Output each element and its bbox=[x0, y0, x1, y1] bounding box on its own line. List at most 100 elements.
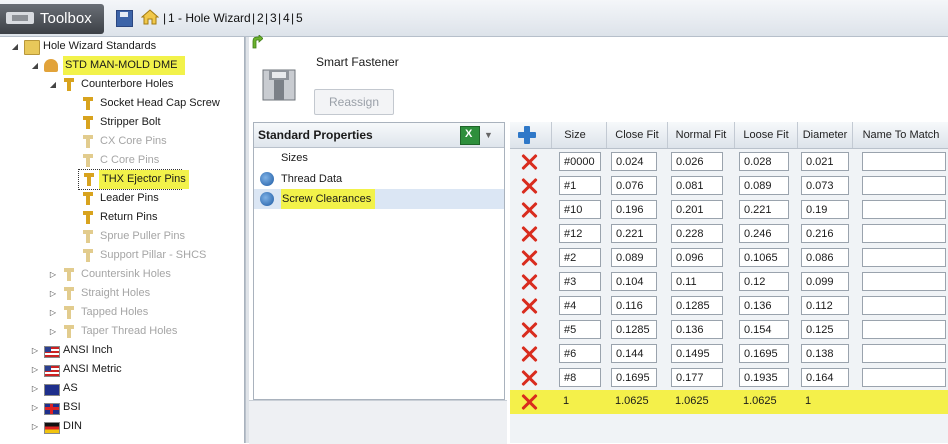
delete-row-icon[interactable] bbox=[520, 177, 538, 195]
table-cell-name-to-match[interactable] bbox=[862, 368, 946, 387]
table-cell-normal-fit[interactable]: 0.11 bbox=[671, 272, 723, 291]
table-cell-size[interactable]: 1 bbox=[559, 392, 601, 411]
table-cell-name-to-match[interactable] bbox=[862, 200, 946, 219]
horizontal-scrollbar[interactable] bbox=[249, 400, 507, 444]
table-cell-size[interactable]: #3 bbox=[559, 272, 601, 291]
column-header-size[interactable]: Size bbox=[551, 122, 598, 148]
delete-row-icon[interactable] bbox=[520, 249, 538, 267]
breadcrumb-hole-wizard[interactable]: 1 - Hole Wizard bbox=[168, 11, 251, 25]
table-cell-name-to-match[interactable] bbox=[862, 320, 946, 339]
breadcrumb-4[interactable]: 4 bbox=[283, 11, 290, 25]
table-cell-size[interactable]: #6 bbox=[559, 344, 601, 363]
delete-row-icon[interactable] bbox=[520, 369, 538, 387]
table-cell-normal-fit[interactable]: 0.026 bbox=[671, 152, 723, 171]
delete-row-icon[interactable] bbox=[520, 393, 538, 411]
table-cell-diameter[interactable]: 0.19 bbox=[801, 200, 849, 219]
table-cell-close-fit[interactable]: 0.144 bbox=[611, 344, 657, 363]
table-cell-close-fit[interactable]: 0.221 bbox=[611, 224, 657, 243]
table-cell-close-fit[interactable]: 0.024 bbox=[611, 152, 657, 171]
expand-arrow-icon[interactable]: ▷ bbox=[48, 265, 58, 284]
table-cell-close-fit[interactable]: 0.196 bbox=[611, 200, 657, 219]
table-cell-loose-fit[interactable]: 0.136 bbox=[739, 296, 789, 315]
table-cell-name-to-match[interactable] bbox=[862, 224, 946, 243]
table-cell-normal-fit[interactable]: 0.228 bbox=[671, 224, 723, 243]
collapse-arrow-icon[interactable]: ◢ bbox=[48, 75, 58, 94]
expand-arrow-icon[interactable]: ▷ bbox=[30, 398, 40, 417]
table-cell-loose-fit[interactable]: 0.1935 bbox=[739, 368, 789, 387]
table-cell-diameter[interactable]: 0.099 bbox=[801, 272, 849, 291]
expand-arrow-icon[interactable]: ▷ bbox=[48, 303, 58, 322]
refresh-arrow-icon[interactable] bbox=[251, 34, 264, 49]
table-cell-size[interactable]: #5 bbox=[559, 320, 601, 339]
breadcrumb-5[interactable]: 5 bbox=[296, 11, 303, 25]
tree-item-selected[interactable]: THX Ejector Pins bbox=[78, 169, 189, 190]
table-cell-loose-fit[interactable]: 1.0625 bbox=[739, 392, 789, 411]
table-cell-size[interactable]: #4 bbox=[559, 296, 601, 315]
table-cell-loose-fit[interactable]: 0.028 bbox=[739, 152, 789, 171]
delete-row-icon[interactable] bbox=[520, 273, 538, 291]
expand-arrow-icon[interactable]: ▷ bbox=[30, 417, 40, 436]
table-cell-diameter[interactable]: 0.125 bbox=[801, 320, 849, 339]
table-cell-diameter[interactable]: 0.138 bbox=[801, 344, 849, 363]
table-cell-close-fit[interactable]: 0.089 bbox=[611, 248, 657, 267]
table-cell-size[interactable]: #10 bbox=[559, 200, 601, 219]
table-cell-name-to-match[interactable] bbox=[862, 344, 946, 363]
collapse-arrow-icon[interactable]: ◢ bbox=[10, 37, 20, 56]
table-cell-size[interactable]: #2 bbox=[559, 248, 601, 267]
delete-row-icon[interactable] bbox=[520, 201, 538, 219]
table-cell-loose-fit[interactable]: 0.246 bbox=[739, 224, 789, 243]
delete-row-icon[interactable] bbox=[520, 321, 538, 339]
home-icon[interactable] bbox=[140, 8, 160, 29]
delete-row-icon[interactable] bbox=[520, 153, 538, 171]
table-cell-diameter[interactable]: 0.021 bbox=[801, 152, 849, 171]
table-cell-diameter[interactable]: 0.164 bbox=[801, 368, 849, 387]
expand-arrow-icon[interactable]: ▷ bbox=[48, 284, 58, 303]
table-cell-loose-fit[interactable]: 0.12 bbox=[739, 272, 789, 291]
table-cell-close-fit[interactable]: 0.1695 bbox=[611, 368, 657, 387]
table-cell-name-to-match[interactable] bbox=[862, 152, 946, 171]
table-cell-loose-fit[interactable]: 0.1695 bbox=[739, 344, 789, 363]
property-item-screw-clearances[interactable]: Screw Clearances bbox=[254, 189, 504, 209]
add-row-icon[interactable] bbox=[518, 126, 536, 144]
table-cell-normal-fit[interactable]: 0.1285 bbox=[671, 296, 723, 315]
excel-export-icon[interactable] bbox=[460, 126, 480, 145]
table-cell-name-to-match[interactable] bbox=[862, 176, 946, 195]
table-cell-normal-fit[interactable]: 0.096 bbox=[671, 248, 723, 267]
table-cell-diameter[interactable]: 0.112 bbox=[801, 296, 849, 315]
table-cell-loose-fit[interactable]: 0.154 bbox=[739, 320, 789, 339]
breadcrumb-2[interactable]: 2 bbox=[257, 11, 264, 25]
table-cell-close-fit[interactable]: 0.104 bbox=[611, 272, 657, 291]
property-item-sizes[interactable]: Sizes bbox=[254, 148, 504, 168]
delete-row-icon[interactable] bbox=[520, 225, 538, 243]
table-cell-normal-fit[interactable]: 0.177 bbox=[671, 368, 723, 387]
table-cell-name-to-match[interactable] bbox=[862, 392, 946, 411]
table-cell-size[interactable]: #0000 bbox=[559, 152, 601, 171]
table-cell-normal-fit[interactable]: 1.0625 bbox=[671, 392, 723, 411]
table-cell-normal-fit[interactable]: 0.081 bbox=[671, 176, 723, 195]
delete-row-icon[interactable] bbox=[520, 345, 538, 363]
table-cell-name-to-match[interactable] bbox=[862, 272, 946, 291]
chevron-down-icon[interactable]: ▼ bbox=[484, 130, 493, 140]
expand-arrow-icon[interactable]: ▷ bbox=[48, 322, 58, 341]
delete-row-icon[interactable] bbox=[520, 297, 538, 315]
table-cell-loose-fit[interactable]: 0.221 bbox=[739, 200, 789, 219]
collapse-arrow-icon[interactable]: ◢ bbox=[30, 56, 40, 75]
table-cell-normal-fit[interactable]: 0.201 bbox=[671, 200, 723, 219]
column-header-normal-fit[interactable]: Normal Fit bbox=[667, 122, 734, 148]
expand-arrow-icon[interactable]: ▷ bbox=[30, 360, 40, 379]
table-cell-diameter[interactable]: 0.073 bbox=[801, 176, 849, 195]
expand-arrow-icon[interactable]: ▷ bbox=[30, 341, 40, 360]
table-cell-close-fit[interactable]: 1.0625 bbox=[611, 392, 657, 411]
column-header-loose-fit[interactable]: Loose Fit bbox=[734, 122, 797, 148]
table-cell-diameter[interactable]: 1 bbox=[801, 392, 849, 411]
table-cell-loose-fit[interactable]: 0.089 bbox=[739, 176, 789, 195]
table-cell-close-fit[interactable]: 0.076 bbox=[611, 176, 657, 195]
expand-arrow-icon[interactable]: ▷ bbox=[30, 379, 40, 398]
reassign-button[interactable]: Reassign bbox=[314, 89, 394, 115]
breadcrumb-3[interactable]: 3 bbox=[270, 11, 277, 25]
column-header-name-to-match[interactable]: Name To Match bbox=[852, 122, 948, 148]
table-cell-close-fit[interactable]: 0.116 bbox=[611, 296, 657, 315]
column-header-diameter[interactable]: Diameter bbox=[797, 122, 852, 148]
property-item-thread-data[interactable]: Thread Data bbox=[254, 169, 504, 189]
table-cell-normal-fit[interactable]: 0.136 bbox=[671, 320, 723, 339]
